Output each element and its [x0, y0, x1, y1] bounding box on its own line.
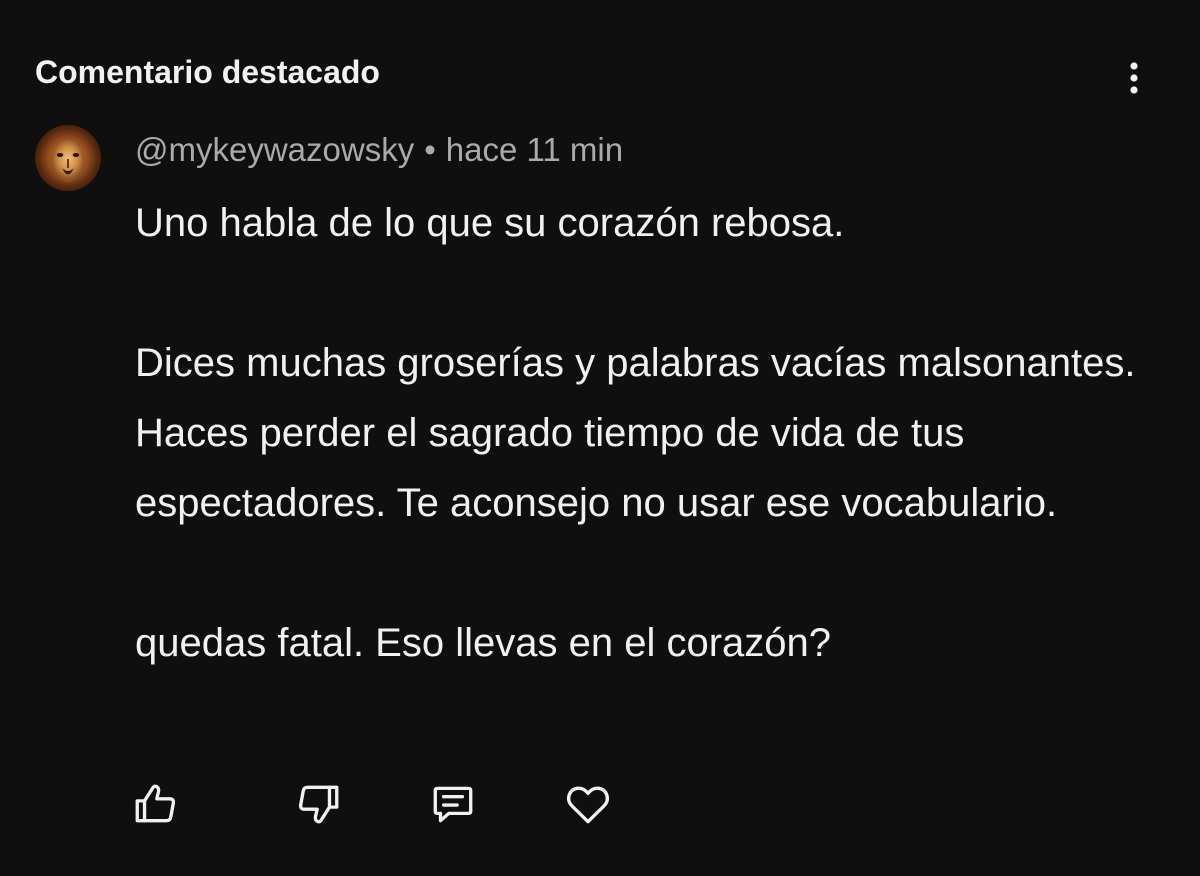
comment-paragraph: Uno habla de lo que su corazón rebosa.	[135, 201, 845, 245]
reply-icon	[433, 786, 473, 823]
dislike-button[interactable]	[290, 776, 346, 832]
comment-body: Uno habla de lo que su corazón rebosa. D…	[135, 188, 1155, 678]
author-avatar[interactable]	[35, 125, 101, 191]
comment-author[interactable]: @mykeywazowsky	[135, 131, 414, 168]
more-options-button[interactable]	[1112, 56, 1156, 100]
thumbs-up-icon	[135, 784, 176, 823]
like-button[interactable]	[128, 776, 184, 832]
heart-button[interactable]	[560, 776, 616, 832]
thumbs-down-icon	[298, 785, 339, 824]
comment-timestamp: hace 11 min	[445, 131, 624, 168]
comment-actions	[0, 776, 1200, 832]
comment-paragraph: Dices muchas groserías y palabras vacías…	[135, 341, 1136, 525]
comment-paragraph: quedas fatal. Eso llevas en el corazón?	[135, 621, 831, 665]
reply-button[interactable]	[425, 776, 481, 832]
more-vertical-icon	[1130, 62, 1138, 94]
section-title: Comentario destacado	[35, 54, 380, 90]
meta-separator: •	[424, 131, 436, 168]
heart-icon	[566, 786, 610, 824]
lion-avatar-icon	[35, 125, 101, 191]
comment-meta: @mykeywazowsky • hace 11 min	[135, 128, 623, 172]
